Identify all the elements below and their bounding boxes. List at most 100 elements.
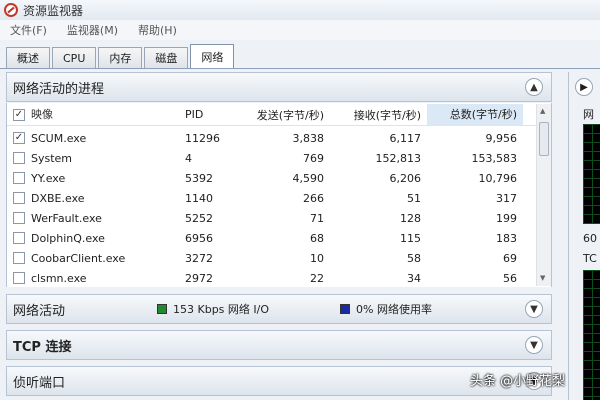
resource-monitor-icon: [4, 3, 18, 17]
cell-send: 769: [303, 151, 324, 165]
cell-total: 69: [503, 251, 517, 265]
table-row[interactable]: DXBE.exe 1140 266 51 317: [7, 188, 537, 208]
cell-send: 3,838: [292, 131, 325, 145]
window-title: 资源监视器: [23, 3, 84, 18]
listen-title: 侦听端口: [13, 375, 66, 391]
io-color-swatch: [157, 304, 167, 314]
table-row[interactable]: ✓ SCUM.exe 11296 3,838 6,117 9,956: [7, 128, 537, 148]
cell-image: CoobarClient.exe: [31, 251, 126, 265]
cell-image: WerFault.exe: [31, 211, 102, 225]
row-checkbox[interactable]: [13, 152, 25, 164]
tcp-graph: [583, 270, 600, 400]
usage-text: 0% 网络使用率: [356, 303, 432, 316]
cell-total: 9,956: [485, 131, 518, 145]
cell-pid: 3272: [185, 251, 213, 265]
cell-total: 56: [503, 271, 517, 285]
scroll-down-icon[interactable]: ▼: [540, 274, 545, 282]
col-recv[interactable]: 接收(字节/秒): [330, 107, 427, 123]
cell-image: YY.exe: [31, 171, 66, 185]
menu-file[interactable]: 文件(F): [0, 22, 57, 38]
title-bar: 资源监视器: [0, 0, 600, 20]
table-header: ✓ 映像 PID 发送(字节/秒) 接收(字节/秒) 总数(字节/秒): [7, 103, 537, 126]
table-row[interactable]: System 4 769 152,813 153,583: [7, 148, 537, 168]
io-text: 153 Kbps 网络 I/O: [173, 303, 270, 316]
cell-recv: 115: [400, 231, 421, 245]
cell-recv: 58: [407, 251, 421, 265]
cell-pid: 5392: [185, 171, 213, 185]
network-panel: 网络活动的进程 ▲ ✓ 映像 PID 发送(字节/秒) 接收(字节/秒) 总数(…: [6, 72, 564, 400]
cell-send: 10: [310, 251, 324, 265]
graph-scale-label: 60: [583, 232, 597, 245]
scroll-thumb[interactable]: [539, 122, 549, 156]
cell-recv: 128: [400, 211, 421, 225]
network-activity-title: 网络活动: [13, 303, 66, 319]
row-checkbox[interactable]: [13, 272, 25, 284]
cell-pid: 4: [185, 151, 192, 165]
cell-total: 199: [496, 211, 517, 225]
usage-legend: 0% 网络使用率: [340, 301, 432, 317]
tab-disk[interactable]: 磁盘: [144, 47, 189, 68]
menu-monitor[interactable]: 监视器(M): [57, 22, 128, 38]
select-all-checkbox[interactable]: ✓: [13, 108, 25, 121]
chevron-right-icon[interactable]: ▶: [575, 78, 593, 96]
cell-pid: 5252: [185, 211, 213, 225]
process-table: ✓ 映像 PID 发送(字节/秒) 接收(字节/秒) 总数(字节/秒) ✓ SCU…: [6, 103, 552, 287]
scroll-up-icon[interactable]: ▲: [540, 107, 545, 115]
row-checkbox[interactable]: [13, 212, 25, 224]
col-total[interactable]: 总数(字节/秒): [427, 103, 523, 126]
row-checkbox[interactable]: [13, 192, 25, 204]
tcp-title: TCP 连接: [13, 339, 72, 355]
cell-total: 10,796: [478, 171, 518, 185]
tab-overview[interactable]: 概述: [6, 47, 50, 68]
row-checkbox[interactable]: [13, 252, 25, 264]
chevron-down-icon[interactable]: ▼: [525, 300, 543, 318]
cell-send: 4,590: [292, 171, 325, 185]
cell-image: SCUM.exe: [31, 131, 87, 145]
menu-help[interactable]: 帮助(H): [128, 22, 187, 38]
graph-label-network: 网: [583, 108, 594, 121]
row-checkbox[interactable]: [13, 172, 25, 184]
cell-recv: 6,117: [389, 131, 422, 145]
table-row[interactable]: WerFault.exe 5252 71 128 199: [7, 208, 537, 228]
cell-recv: 6,206: [389, 171, 422, 185]
col-pid[interactable]: PID: [185, 104, 240, 126]
usage-color-swatch: [340, 304, 350, 314]
col-send[interactable]: 发送(字节/秒): [240, 107, 330, 123]
cell-send: 71: [310, 211, 324, 225]
table-row[interactable]: clsmn.exe 2972 22 34 56: [7, 268, 537, 288]
cell-image: DXBE.exe: [31, 191, 85, 205]
table-row[interactable]: YY.exe 5392 4,590 6,206 10,796: [7, 168, 537, 188]
tab-memory[interactable]: 内存: [98, 47, 143, 68]
tab-cpu[interactable]: CPU: [52, 47, 97, 68]
chevron-down-icon[interactable]: ▼: [525, 336, 543, 354]
tab-strip: 概述 CPU 内存 磁盘 网络: [6, 44, 236, 68]
row-checkbox[interactable]: [13, 232, 25, 244]
row-checkbox[interactable]: ✓: [13, 132, 25, 144]
tcp-header[interactable]: TCP 连接 ▼: [6, 330, 552, 360]
cell-recv: 152,813: [375, 151, 422, 165]
tab-divider: [0, 68, 600, 69]
cell-image: clsmn.exe: [31, 271, 87, 285]
menu-bar: 文件(F) 监视器(M) 帮助(H): [0, 20, 600, 40]
tab-network[interactable]: 网络: [190, 44, 235, 68]
cell-image: DolphinQ.exe: [31, 231, 105, 245]
cell-pid: 6956: [185, 231, 213, 245]
cell-total: 183: [496, 231, 517, 245]
cell-pid: 1140: [185, 191, 213, 205]
table-row[interactable]: CoobarClient.exe 3272 10 58 69: [7, 248, 537, 268]
network-activity-header[interactable]: 网络活动 153 Kbps 网络 I/O 0% 网络使用率 ▼: [6, 294, 552, 324]
watermark: 头条 @小野花梨: [470, 374, 566, 389]
chevron-up-icon[interactable]: ▲: [525, 78, 543, 96]
cell-image: System: [31, 151, 73, 165]
cell-send: 266: [303, 191, 324, 205]
io-legend: 153 Kbps 网络 I/O: [157, 301, 269, 317]
cell-pid: 2972: [185, 271, 213, 285]
process-section-header[interactable]: 网络活动的进程 ▲: [6, 72, 552, 102]
graph-label-tcp: TC: [583, 252, 597, 265]
cell-send: 22: [310, 271, 324, 285]
table-row[interactable]: DolphinQ.exe 6956 68 115 183: [7, 228, 537, 248]
cell-total: 317: [496, 191, 517, 205]
table-scrollbar[interactable]: ▲ ▼: [536, 104, 551, 286]
col-image[interactable]: ✓ 映像: [7, 104, 185, 126]
cell-recv: 51: [407, 191, 421, 205]
